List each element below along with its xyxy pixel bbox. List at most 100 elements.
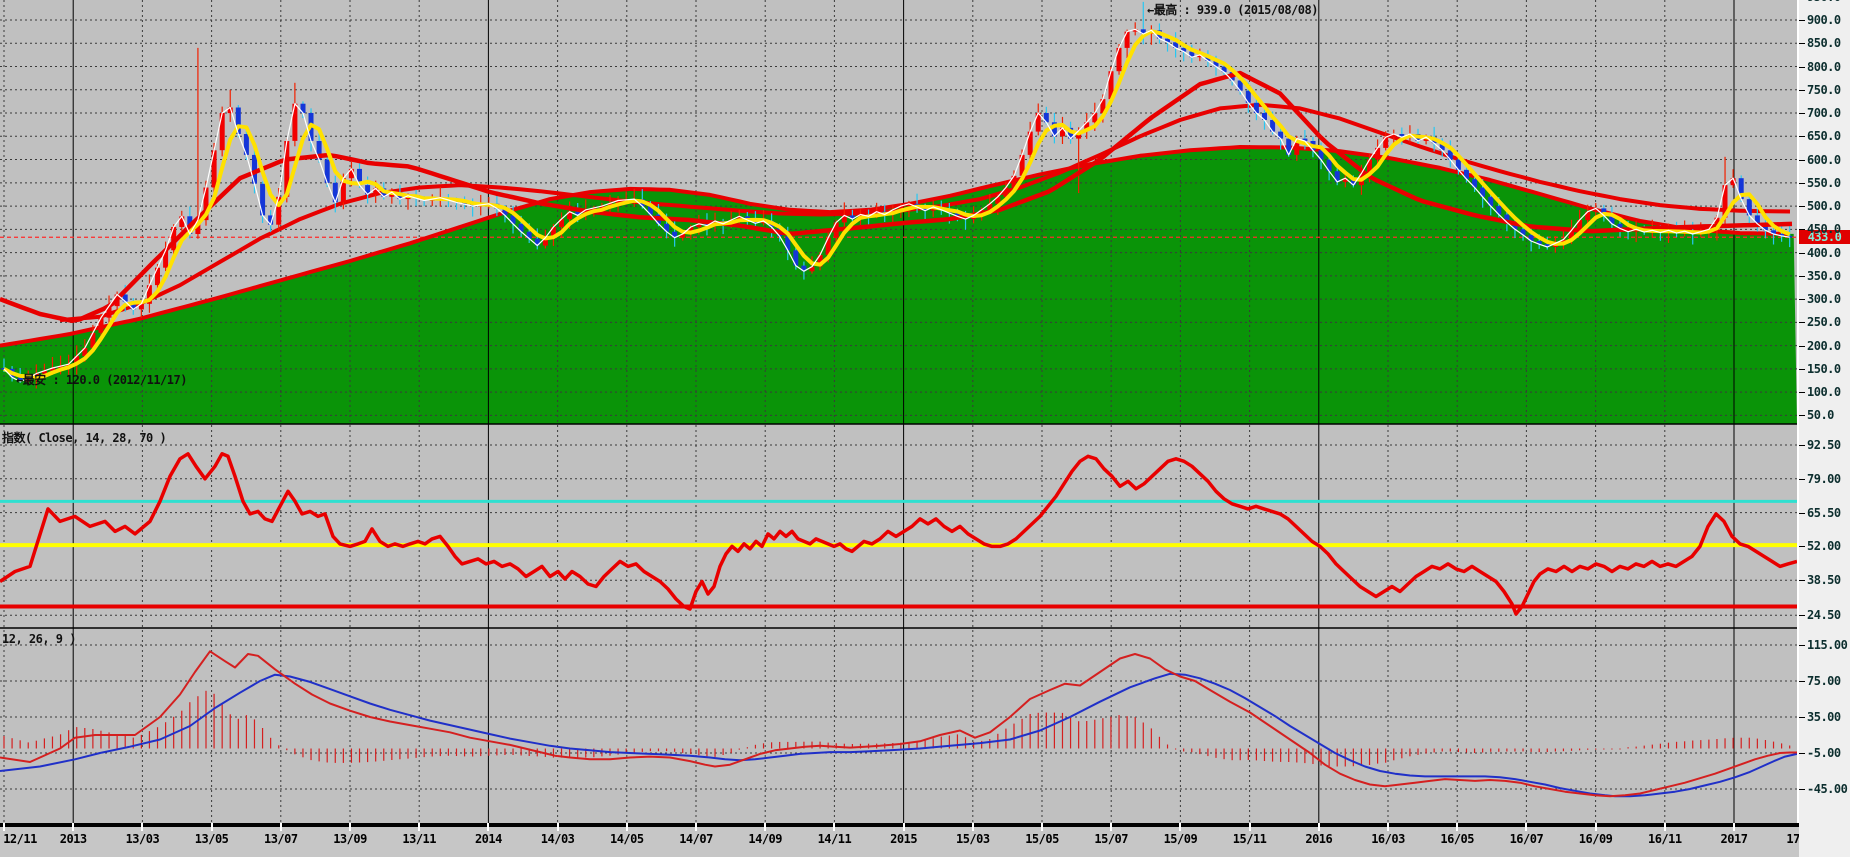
date-label: 14/05 bbox=[610, 832, 644, 846]
rsi-line bbox=[0, 454, 1797, 614]
rsi-axis-label-tick bbox=[1799, 479, 1805, 480]
date-tick bbox=[1595, 823, 1597, 831]
date-label: 2017 bbox=[1721, 832, 1748, 846]
price-axis-label-tick bbox=[1799, 43, 1805, 44]
date-label: 12/11 bbox=[3, 832, 37, 846]
date-tick bbox=[764, 823, 766, 831]
price-axis-label-tick bbox=[1799, 276, 1805, 277]
macd-dea-line bbox=[0, 674, 1797, 796]
date-tick bbox=[1525, 823, 1527, 831]
price-axis-label: 800.0 bbox=[1807, 60, 1841, 74]
date-label: 13/09 bbox=[333, 832, 367, 846]
price-axis-label-tick bbox=[1799, 253, 1805, 254]
annotation-lowest-price: ←最安 : 120.0 (2012/11/17) bbox=[16, 371, 187, 388]
price-axis-label: 350.0 bbox=[1807, 269, 1841, 283]
date-label: 2016 bbox=[1305, 832, 1332, 846]
date-label: 13/07 bbox=[264, 832, 298, 846]
macd-axis-label-tick bbox=[1799, 789, 1805, 790]
rsi-axis-label-tick bbox=[1799, 615, 1805, 616]
rsi-axis-label: 92.50 bbox=[1807, 438, 1841, 452]
time-axis-separator bbox=[0, 823, 1799, 827]
price-axis-label: 700.0 bbox=[1807, 106, 1841, 120]
macd-histogram bbox=[4, 691, 1790, 767]
price-axis-label: 900.0 bbox=[1807, 13, 1841, 27]
chart-plot-area[interactable] bbox=[0, 0, 1850, 857]
date-label: 15/07 bbox=[1094, 832, 1128, 846]
date-label: 15/09 bbox=[1164, 832, 1198, 846]
price-axis-label-tick bbox=[1799, 160, 1805, 161]
rsi-axis-label: 79.00 bbox=[1807, 472, 1841, 486]
price-axis-label-tick bbox=[1799, 369, 1805, 370]
date-label: 2015 bbox=[890, 832, 917, 846]
price-axis-label-tick bbox=[1799, 67, 1805, 68]
date-tick bbox=[72, 823, 74, 831]
rsi-axis-label-tick bbox=[1799, 513, 1805, 514]
macd-axis-label: 75.00 bbox=[1807, 674, 1841, 688]
date-label: 2014 bbox=[475, 832, 502, 846]
price-axis-label: 850.0 bbox=[1807, 36, 1841, 50]
price-axis-label-tick bbox=[1799, 113, 1805, 114]
macd-dif-line bbox=[0, 651, 1797, 796]
price-axis-label-tick bbox=[1799, 415, 1805, 416]
date-label: 15/05 bbox=[1025, 832, 1059, 846]
rsi-axis-label: 52.00 bbox=[1807, 539, 1841, 553]
date-tick bbox=[349, 823, 351, 831]
price-axis-label-tick bbox=[1799, 322, 1805, 323]
rsi-axis-label: 24.50 bbox=[1807, 608, 1841, 622]
date-tick bbox=[1387, 823, 1389, 831]
macd-axis-label: 35.00 bbox=[1807, 710, 1841, 724]
date-label: 14/09 bbox=[748, 832, 782, 846]
date-tick bbox=[833, 823, 835, 831]
date-tick bbox=[1456, 823, 1458, 831]
date-tick bbox=[972, 823, 974, 831]
price-axis-label: 650.0 bbox=[1807, 129, 1841, 143]
annotation-highest-price: ←最高 : 939.0 (2015/08/08) bbox=[1147, 1, 1318, 18]
date-tick bbox=[1733, 823, 1735, 831]
price-axis-label: 950.0 bbox=[1807, 0, 1841, 4]
price-axis-label: 500.0 bbox=[1807, 199, 1841, 213]
macd-axis-label-tick bbox=[1799, 717, 1805, 718]
price-axis-label: 150.0 bbox=[1807, 362, 1841, 376]
rsi-axis-label-tick bbox=[1799, 580, 1805, 581]
date-tick bbox=[557, 823, 559, 831]
date-tick bbox=[903, 823, 905, 831]
date-label: 13/11 bbox=[402, 832, 436, 846]
price-axis-label: 100.0 bbox=[1807, 385, 1841, 399]
date-tick bbox=[280, 823, 282, 831]
macd-axis-label-tick bbox=[1799, 753, 1805, 754]
price-axis-label-tick bbox=[1799, 299, 1805, 300]
rsi-axis-label: 65.50 bbox=[1807, 506, 1841, 520]
date-label: 16/11 bbox=[1648, 832, 1682, 846]
date-label: 15/11 bbox=[1233, 832, 1267, 846]
macd-axis-label: -45.00 bbox=[1807, 782, 1847, 796]
price-axis: 433.0 950.0900.0850.0800.0750.0700.0650.… bbox=[1797, 0, 1850, 857]
price-axis-label: 750.0 bbox=[1807, 83, 1841, 97]
price-axis-label-tick bbox=[1799, 392, 1805, 393]
date-label: 14/11 bbox=[818, 832, 852, 846]
rsi-panel-title: 指数( Close, 14, 28, 70 ) bbox=[2, 429, 166, 446]
date-label: 16/09 bbox=[1579, 832, 1613, 846]
date-tick bbox=[1664, 823, 1666, 831]
price-axis-label-tick bbox=[1799, 20, 1805, 21]
macd-axis-label: -5.00 bbox=[1807, 746, 1841, 760]
price-axis-label: 250.0 bbox=[1807, 315, 1841, 329]
price-axis-label-tick bbox=[1799, 90, 1805, 91]
date-tick bbox=[1249, 823, 1251, 831]
stock-chart-window: ←最高 : 939.0 (2015/08/08) ←最安 : 120.0 (20… bbox=[0, 0, 1850, 857]
date-tick bbox=[695, 823, 697, 831]
date-label: 14/07 bbox=[679, 832, 713, 846]
macd-axis-label: 115.00 bbox=[1807, 638, 1847, 652]
date-label: 14/03 bbox=[541, 832, 575, 846]
macd-axis-label-tick bbox=[1799, 645, 1805, 646]
price-axis-label-tick bbox=[1799, 206, 1805, 207]
price-axis-label: 300.0 bbox=[1807, 292, 1841, 306]
price-axis-label: 200.0 bbox=[1807, 339, 1841, 353]
price-axis-label: 550.0 bbox=[1807, 176, 1841, 190]
date-label: 16/05 bbox=[1440, 832, 1474, 846]
price-axis-label: 50.0 bbox=[1807, 408, 1834, 422]
macd-axis-label-tick bbox=[1799, 681, 1805, 682]
date-tick bbox=[487, 823, 489, 831]
rsi-axis-label: 38.50 bbox=[1807, 573, 1841, 587]
date-tick bbox=[418, 823, 420, 831]
time-axis: 12/11201313/0313/0513/0713/0913/11201414… bbox=[0, 823, 1799, 857]
